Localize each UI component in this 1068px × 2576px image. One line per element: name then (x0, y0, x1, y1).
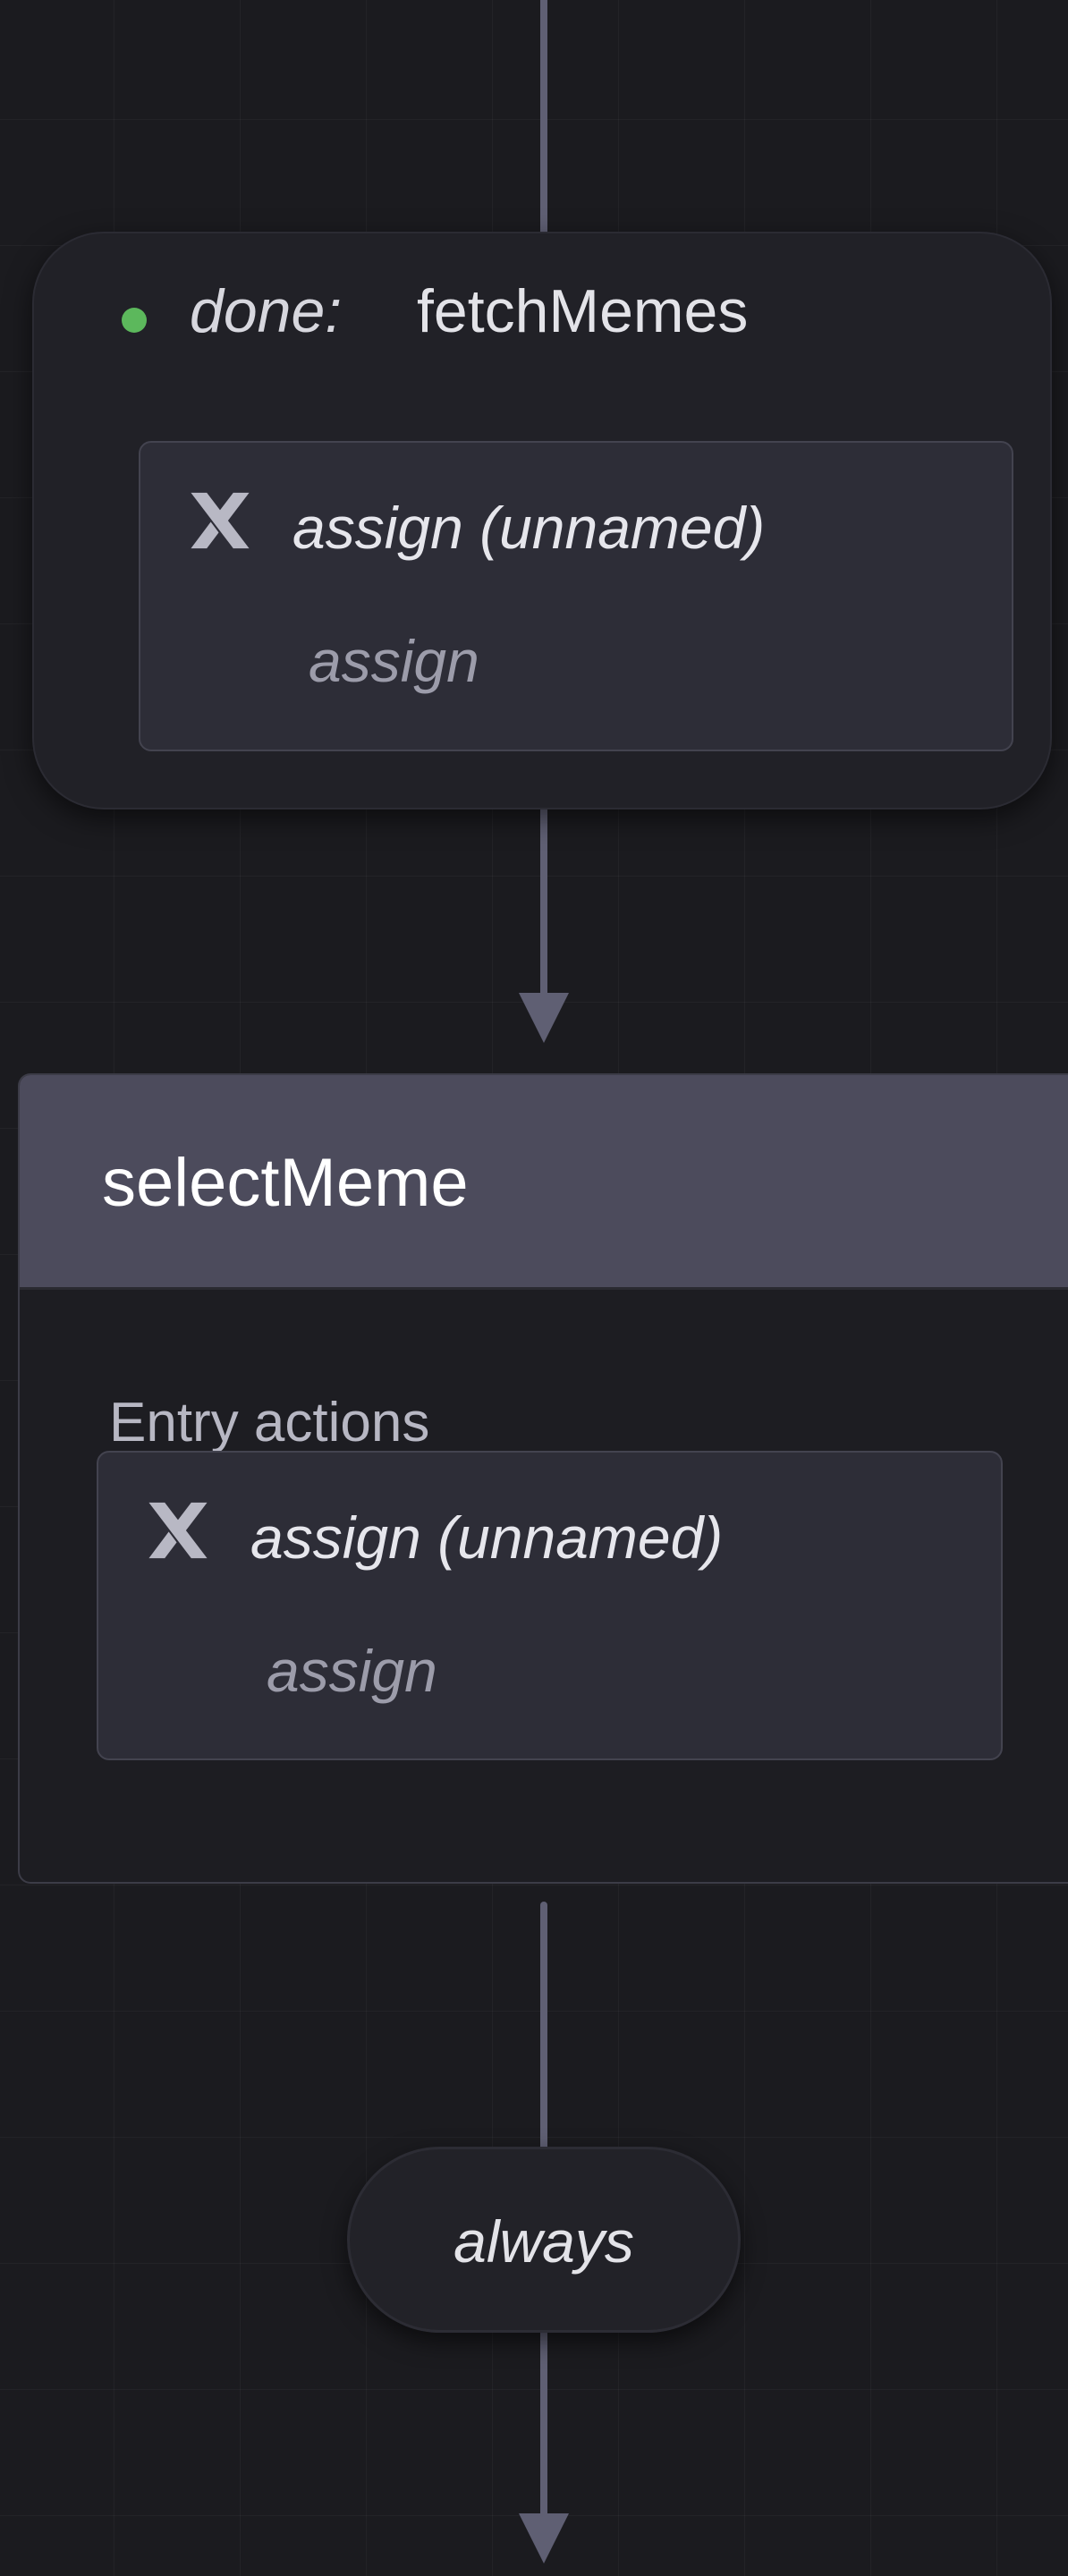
xstate-x-icon (191, 492, 250, 549)
action-title: assign (unnamed) (250, 1504, 724, 1571)
action-type: assign (267, 1638, 437, 1704)
status-dot (122, 308, 147, 333)
entry-actions-label: Entry actions (109, 1392, 430, 1453)
state-header: selectMeme (20, 1075, 1068, 1290)
action-type: assign (309, 628, 479, 694)
arrowhead-down (519, 2513, 569, 2563)
action-title: assign (unnamed) (292, 495, 766, 561)
transition-action-card[interactable]: assign (unnamed) assign (139, 441, 1013, 751)
entry-action-card[interactable]: assign (unnamed) assign (97, 1451, 1003, 1760)
always-transition-pill[interactable]: always (347, 2147, 741, 2333)
transition-event-card[interactable]: done: fetchMemes assign (unnamed) assign (32, 232, 1052, 809)
state-node-selectmeme[interactable]: selectMeme Entry actions assign (unnamed… (18, 1073, 1068, 1884)
xstate-x-icon (148, 1502, 208, 1559)
event-kind-label: done: (190, 277, 343, 345)
arrowhead-to-state (519, 993, 569, 1043)
always-label: always (453, 2208, 634, 2275)
event-name-label: fetchMemes (417, 277, 749, 345)
state-title: selectMeme (102, 1145, 469, 1221)
